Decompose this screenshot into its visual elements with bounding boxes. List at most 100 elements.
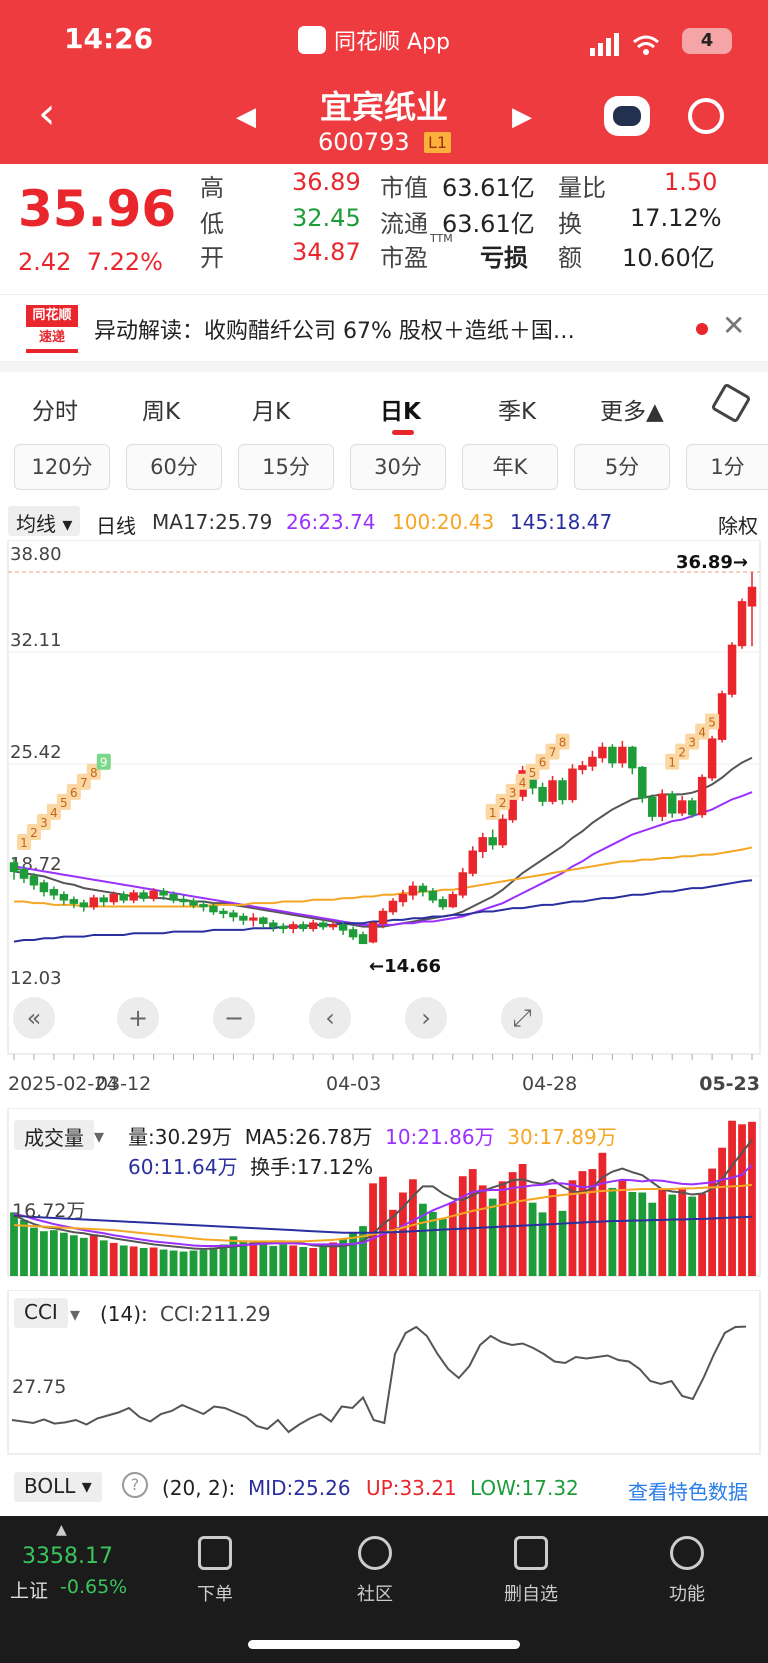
question-circle-icon[interactable]: ? xyxy=(122,1472,148,1498)
period-30min[interactable]: 30分 xyxy=(350,444,446,490)
tab-monthly[interactable]: 月K xyxy=(252,392,290,426)
candle-fill xyxy=(728,645,736,694)
tab-more[interactable]: 更多▲ xyxy=(600,392,664,426)
y-tick-label: 32.11 xyxy=(10,630,62,651)
chart-control-button[interactable]: ‹ xyxy=(309,997,351,1039)
control-glyph: › xyxy=(421,1004,431,1032)
candle-fill xyxy=(748,587,756,606)
pe-label: 市盈 xyxy=(380,244,428,272)
active-tab-indicator xyxy=(392,430,414,435)
volume-bar xyxy=(448,1202,457,1276)
ai-robot-icon[interactable] xyxy=(604,96,650,136)
candle-body xyxy=(348,929,358,938)
volume-bar xyxy=(538,1212,547,1276)
candle-body xyxy=(239,915,248,921)
candle-body xyxy=(538,786,547,802)
volume-bar xyxy=(558,1210,567,1276)
view-feature-data-link[interactable]: 查看特色数据 xyxy=(628,1476,748,1505)
chart-control-button[interactable]: + xyxy=(117,997,159,1039)
candle-body xyxy=(298,924,308,930)
ma-legend: 均线 ▾ 日线 MA17:25.79 26:23.74 100:20.43 14… xyxy=(0,504,768,540)
volume-bar xyxy=(369,1183,377,1276)
change-value: 2.42 xyxy=(18,248,72,276)
volume-bar xyxy=(259,1243,268,1276)
chart-control-button[interactable]: ⤢ xyxy=(501,997,543,1039)
adjust-toggle[interactable]: 除权 xyxy=(718,510,758,539)
period-year[interactable]: 年K xyxy=(462,444,558,490)
vol-turnover: 换手:17.12% xyxy=(250,1155,374,1179)
candle-body xyxy=(69,899,79,904)
tab-intraday[interactable]: 分时 xyxy=(32,392,78,426)
x-tick-label: 05-23 xyxy=(699,1073,760,1095)
ma-type: 日线 xyxy=(96,514,136,538)
tab-community[interactable]: 社区 xyxy=(330,1536,420,1606)
tab-order[interactable]: 下单 xyxy=(170,1536,260,1606)
period-60min[interactable]: 60分 xyxy=(126,444,222,490)
price-change: 2.42 7.22% xyxy=(18,248,163,276)
ma26-line xyxy=(13,791,753,926)
vol-ma60: 60:11.64万 xyxy=(128,1155,238,1179)
index-value[interactable]: 3358.17 xyxy=(22,1544,113,1569)
tab-quarterly[interactable]: 季K xyxy=(498,392,536,426)
change-pct: 7.22% xyxy=(86,248,163,276)
triangle-right-icon[interactable]: ▶ xyxy=(512,102,532,132)
boll-indicator-row: BOLL ▾ ? (20, 2): MID:25.26 UP:33.21 LOW… xyxy=(0,1460,768,1516)
volume-bar xyxy=(478,1185,487,1276)
news-alert-banner[interactable]: 同花顺 速递 异动解读：收购醋纤公司 67% 股权＋造纸＋国… ✕ xyxy=(0,294,768,362)
high-label: 高 xyxy=(200,174,224,202)
volume-bar xyxy=(199,1250,208,1276)
y-tick-label: 38.80 xyxy=(10,544,62,565)
volume-selector[interactable]: 成交量 xyxy=(14,1120,94,1150)
amount-value: 10.60亿 xyxy=(622,244,715,272)
app-name: 同花顺 App xyxy=(334,30,450,55)
settings-hexagon-icon[interactable] xyxy=(710,382,752,424)
volume-bar xyxy=(229,1236,238,1276)
ma26-value: 26:23.74 xyxy=(286,510,376,534)
close-icon[interactable]: ✕ xyxy=(722,309,745,342)
signal-number: 3 xyxy=(509,786,517,800)
candle-fill xyxy=(90,898,98,907)
status-time: 14:26 xyxy=(64,22,154,55)
chart-control-button[interactable]: « xyxy=(13,997,55,1039)
candle-body xyxy=(438,899,448,908)
menu-icon xyxy=(670,1536,704,1570)
period-5min[interactable]: 5分 xyxy=(574,444,670,490)
alert-text[interactable]: 异动解读：收购醋纤公司 67% 股权＋造纸＋国… xyxy=(94,313,575,345)
volume-bar xyxy=(139,1248,148,1276)
vol-y-tick: 16.72万 xyxy=(12,1200,86,1222)
signal-number: 7 xyxy=(549,746,557,760)
search-icon[interactable] xyxy=(688,98,724,134)
turnover-value: 17.12% xyxy=(630,204,722,232)
candle-body xyxy=(229,912,238,918)
signal-number: 8 xyxy=(90,766,98,780)
tab-daily[interactable]: 日K xyxy=(380,392,421,426)
candle-body xyxy=(79,902,89,908)
control-glyph: − xyxy=(224,1004,244,1032)
candlestick-chart[interactable]: 38.8032.1125.4218.7212.032025-02-2403-12… xyxy=(0,540,768,1100)
volume-bar xyxy=(548,1188,557,1276)
candle-fill xyxy=(399,894,407,902)
status-bar: 14:26 同花顺 App 4 xyxy=(0,0,768,66)
level-badge: L1 xyxy=(424,132,452,153)
volume-bar xyxy=(628,1192,637,1276)
period-1min[interactable]: 1分 xyxy=(686,444,768,490)
volume-bar xyxy=(528,1202,537,1276)
low-value: 32.45 xyxy=(292,204,361,232)
boll-selector[interactable]: BOLL ▾ xyxy=(14,1472,102,1502)
candle-fill xyxy=(249,918,257,920)
period-15min[interactable]: 15分 xyxy=(238,444,334,490)
tab-functions[interactable]: 功能 xyxy=(642,1536,732,1606)
candle-fill xyxy=(449,894,457,907)
period-120min[interactable]: 120分 xyxy=(14,444,110,490)
cci-selector[interactable]: CCI xyxy=(14,1298,68,1328)
control-glyph: « xyxy=(27,1004,42,1032)
chart-control-button[interactable]: − xyxy=(213,997,255,1039)
chart-control-button[interactable]: › xyxy=(405,997,447,1039)
tab-remove-watchlist[interactable]: 删自选 xyxy=(486,1536,576,1606)
tab-weekly[interactable]: 周K xyxy=(142,392,180,426)
candle-body xyxy=(638,766,647,799)
battery-icon: 4 xyxy=(682,28,732,54)
ma-selector[interactable]: 均线 ▾ xyxy=(8,506,81,536)
alert-logo-bottom: 速递 xyxy=(26,327,78,349)
candle-body xyxy=(119,894,128,901)
